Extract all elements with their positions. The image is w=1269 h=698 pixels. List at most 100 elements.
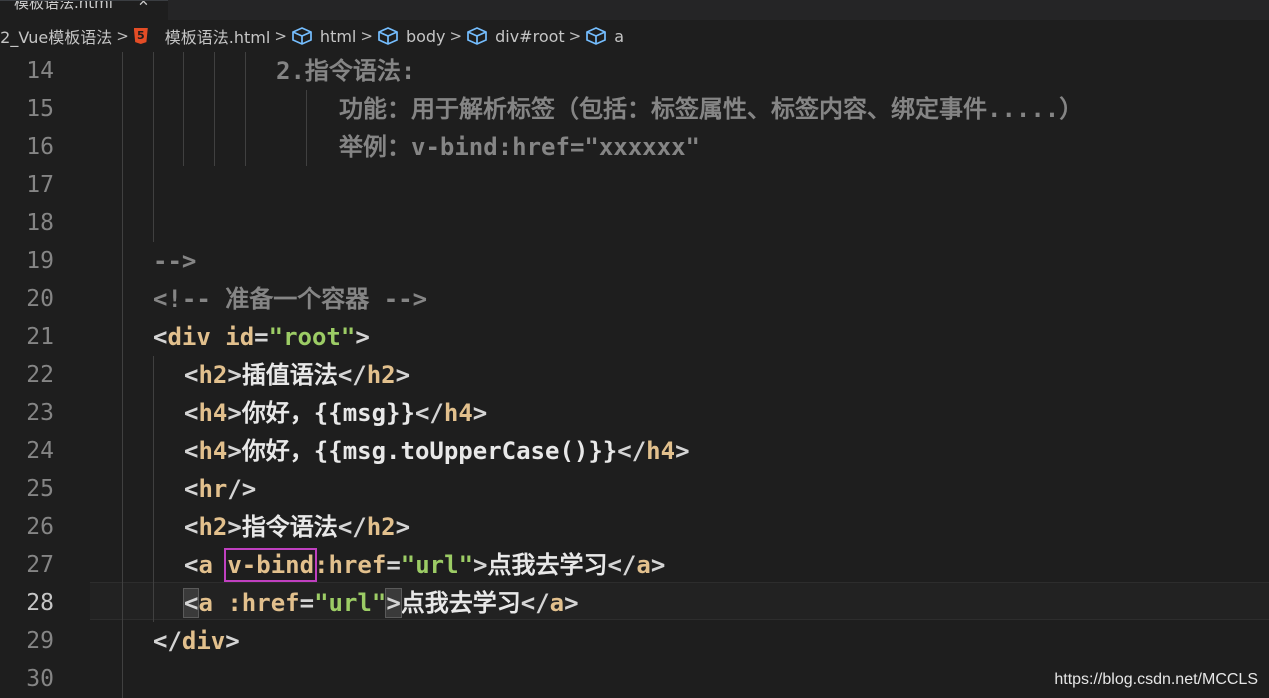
tab-strip: 模板语法.html ✕ [0, 0, 1269, 21]
token-tag: hr [198, 475, 228, 503]
code-text: 2.指令语法: [276, 57, 416, 85]
close-icon[interactable]: ✕ [138, 1, 149, 10]
vscode-window: 模板语法.html ✕ 02_Vue模板语法 > 5 模板语法.html > h… [0, 0, 1269, 698]
element-cube-icon [467, 27, 487, 45]
token-text: 插值语法 [241, 361, 338, 389]
breadcrumb-label: div#root [495, 26, 565, 46]
line-number: 24 [26, 438, 54, 464]
code-text: 举例：v-bind:href="xxxxxx" [339, 133, 700, 161]
chevron-right-icon: > [360, 27, 373, 45]
token-punct: > [227, 513, 242, 541]
code-line: 26 <h2>指令语法</h2> [0, 508, 1269, 546]
breadcrumb-file[interactable]: 5 模板语法.html [133, 24, 270, 48]
chevron-right-icon: > [274, 27, 287, 45]
line-number: 14 [26, 58, 54, 84]
token-tag: div [167, 323, 211, 351]
code-line: 23 <h4>你好，{{msg}}</h4> [0, 394, 1269, 432]
token-tag: a [549, 589, 565, 617]
token-tag: h2 [198, 513, 228, 541]
token-punct: </ [337, 513, 367, 541]
token-tag: div [181, 627, 226, 655]
code-line: 27 <a v-bind:href="url">点我去学习</a> [0, 546, 1269, 584]
matching-bracket: > [385, 588, 402, 618]
v-bind-highlight: v-bind [224, 548, 318, 582]
token-attr: :href [314, 551, 387, 579]
breadcrumb: 02_Vue模板语法 > 5 模板语法.html > html > body >… [0, 20, 1269, 52]
token-string: "url" [400, 551, 474, 579]
token-punct: > [675, 437, 690, 465]
token-punct: > [227, 437, 242, 465]
token-punct: > [225, 627, 240, 655]
token-punct: > [355, 323, 370, 351]
token-punct: > [227, 361, 242, 389]
code-text: <div id="root"> [153, 318, 370, 356]
breadcrumb-html[interactable]: html [292, 27, 356, 46]
code-line: 24 <h4>你好，{{msg.toUpperCase()}}</h4> [0, 432, 1269, 470]
chevron-right-icon: > [116, 27, 129, 45]
code-line: 14 2.指令语法: [0, 52, 1269, 90]
code-text: <h4>你好，{{msg.toUpperCase()}}</h4> [184, 432, 690, 470]
code-line: 16 举例：v-bind:href="xxxxxx" [0, 128, 1269, 166]
code-editor[interactable]: 14 2.指令语法: 15 功能：用于解析标签（包括：标签属性、标签内容、绑定事… [0, 52, 1269, 698]
breadcrumb-label: a [614, 26, 625, 46]
token-tag: h4 [198, 399, 228, 427]
code-text: 功能：用于解析标签（包括：标签属性、标签内容、绑定事件.....） [339, 95, 1084, 123]
breadcrumb-div-root[interactable]: div#root [467, 27, 565, 46]
token-tag: h2 [366, 361, 396, 389]
code-line: 20 <!-- 准备一个容器 --> [0, 280, 1269, 318]
code-text: <h2>指令语法</h2> [184, 508, 410, 546]
token-punct: < [184, 551, 199, 579]
token-punct: </ [520, 589, 550, 617]
code-line: 29 </div> [0, 622, 1269, 660]
code-text: --> [153, 247, 197, 275]
token-punct: < [153, 323, 168, 351]
code-line: 21 <div id="root"> [0, 318, 1269, 356]
token-tag: h2 [198, 361, 228, 389]
code-line: 19 --> [0, 242, 1269, 280]
token-tag: h2 [366, 513, 396, 541]
breadcrumb-folder[interactable]: 02_Vue模板语法 [0, 24, 112, 48]
line-number: 17 [26, 172, 54, 198]
matching-bracket: < [182, 588, 200, 618]
token-punct: = [254, 323, 269, 351]
line-number: 25 [26, 476, 54, 502]
chevron-right-icon: > [449, 27, 463, 45]
line-number: 26 [26, 514, 54, 540]
token-tag: h4 [443, 399, 473, 427]
line-number: 20 [26, 286, 54, 312]
token-punct: </ [607, 551, 637, 579]
token-tag: a [636, 551, 651, 579]
element-cube-icon [586, 27, 607, 45]
breadcrumb-label: 02_Vue模板语法 [0, 28, 113, 47]
breadcrumb-a[interactable]: a [586, 27, 624, 46]
line-number: 29 [26, 628, 54, 654]
line-number: 23 [26, 400, 54, 426]
token-punct: > [564, 589, 579, 617]
token-punct: </ [153, 627, 182, 655]
token-punct: < [184, 399, 199, 427]
code-line: 22 <h2>插值语法</h2> [0, 356, 1269, 394]
token-punct: > [472, 399, 488, 427]
code-text: </div> [153, 622, 240, 660]
token-punct: </ [414, 399, 444, 427]
token-tag: h4 [646, 437, 676, 465]
html5-icon: 5 [133, 28, 148, 44]
breadcrumb-body[interactable]: body [378, 27, 446, 46]
element-cube-icon [378, 27, 398, 45]
code-text: <a v-bind:href="url">点我去学习</a> [184, 546, 665, 584]
token-text: 点我去学习 [400, 589, 521, 617]
token-text: 指令语法 [241, 513, 338, 541]
token-punct: < [184, 513, 199, 541]
token-punct: = [386, 551, 401, 579]
token-tag: a [198, 551, 213, 579]
token-punct: < [184, 437, 199, 465]
line-number: 30 [26, 666, 54, 692]
code-line: 25 <hr/> [0, 470, 1269, 508]
code-line: 15 功能：用于解析标签（包括：标签属性、标签内容、绑定事件.....） [0, 90, 1269, 128]
token-punct: > [650, 551, 666, 579]
tab-active-file[interactable]: 模板语法.html ✕ [0, 0, 168, 21]
line-number: 19 [26, 248, 54, 274]
token-string: "url" [314, 589, 387, 617]
watermark: https://blog.csdn.net/MCCLS [1054, 671, 1258, 688]
